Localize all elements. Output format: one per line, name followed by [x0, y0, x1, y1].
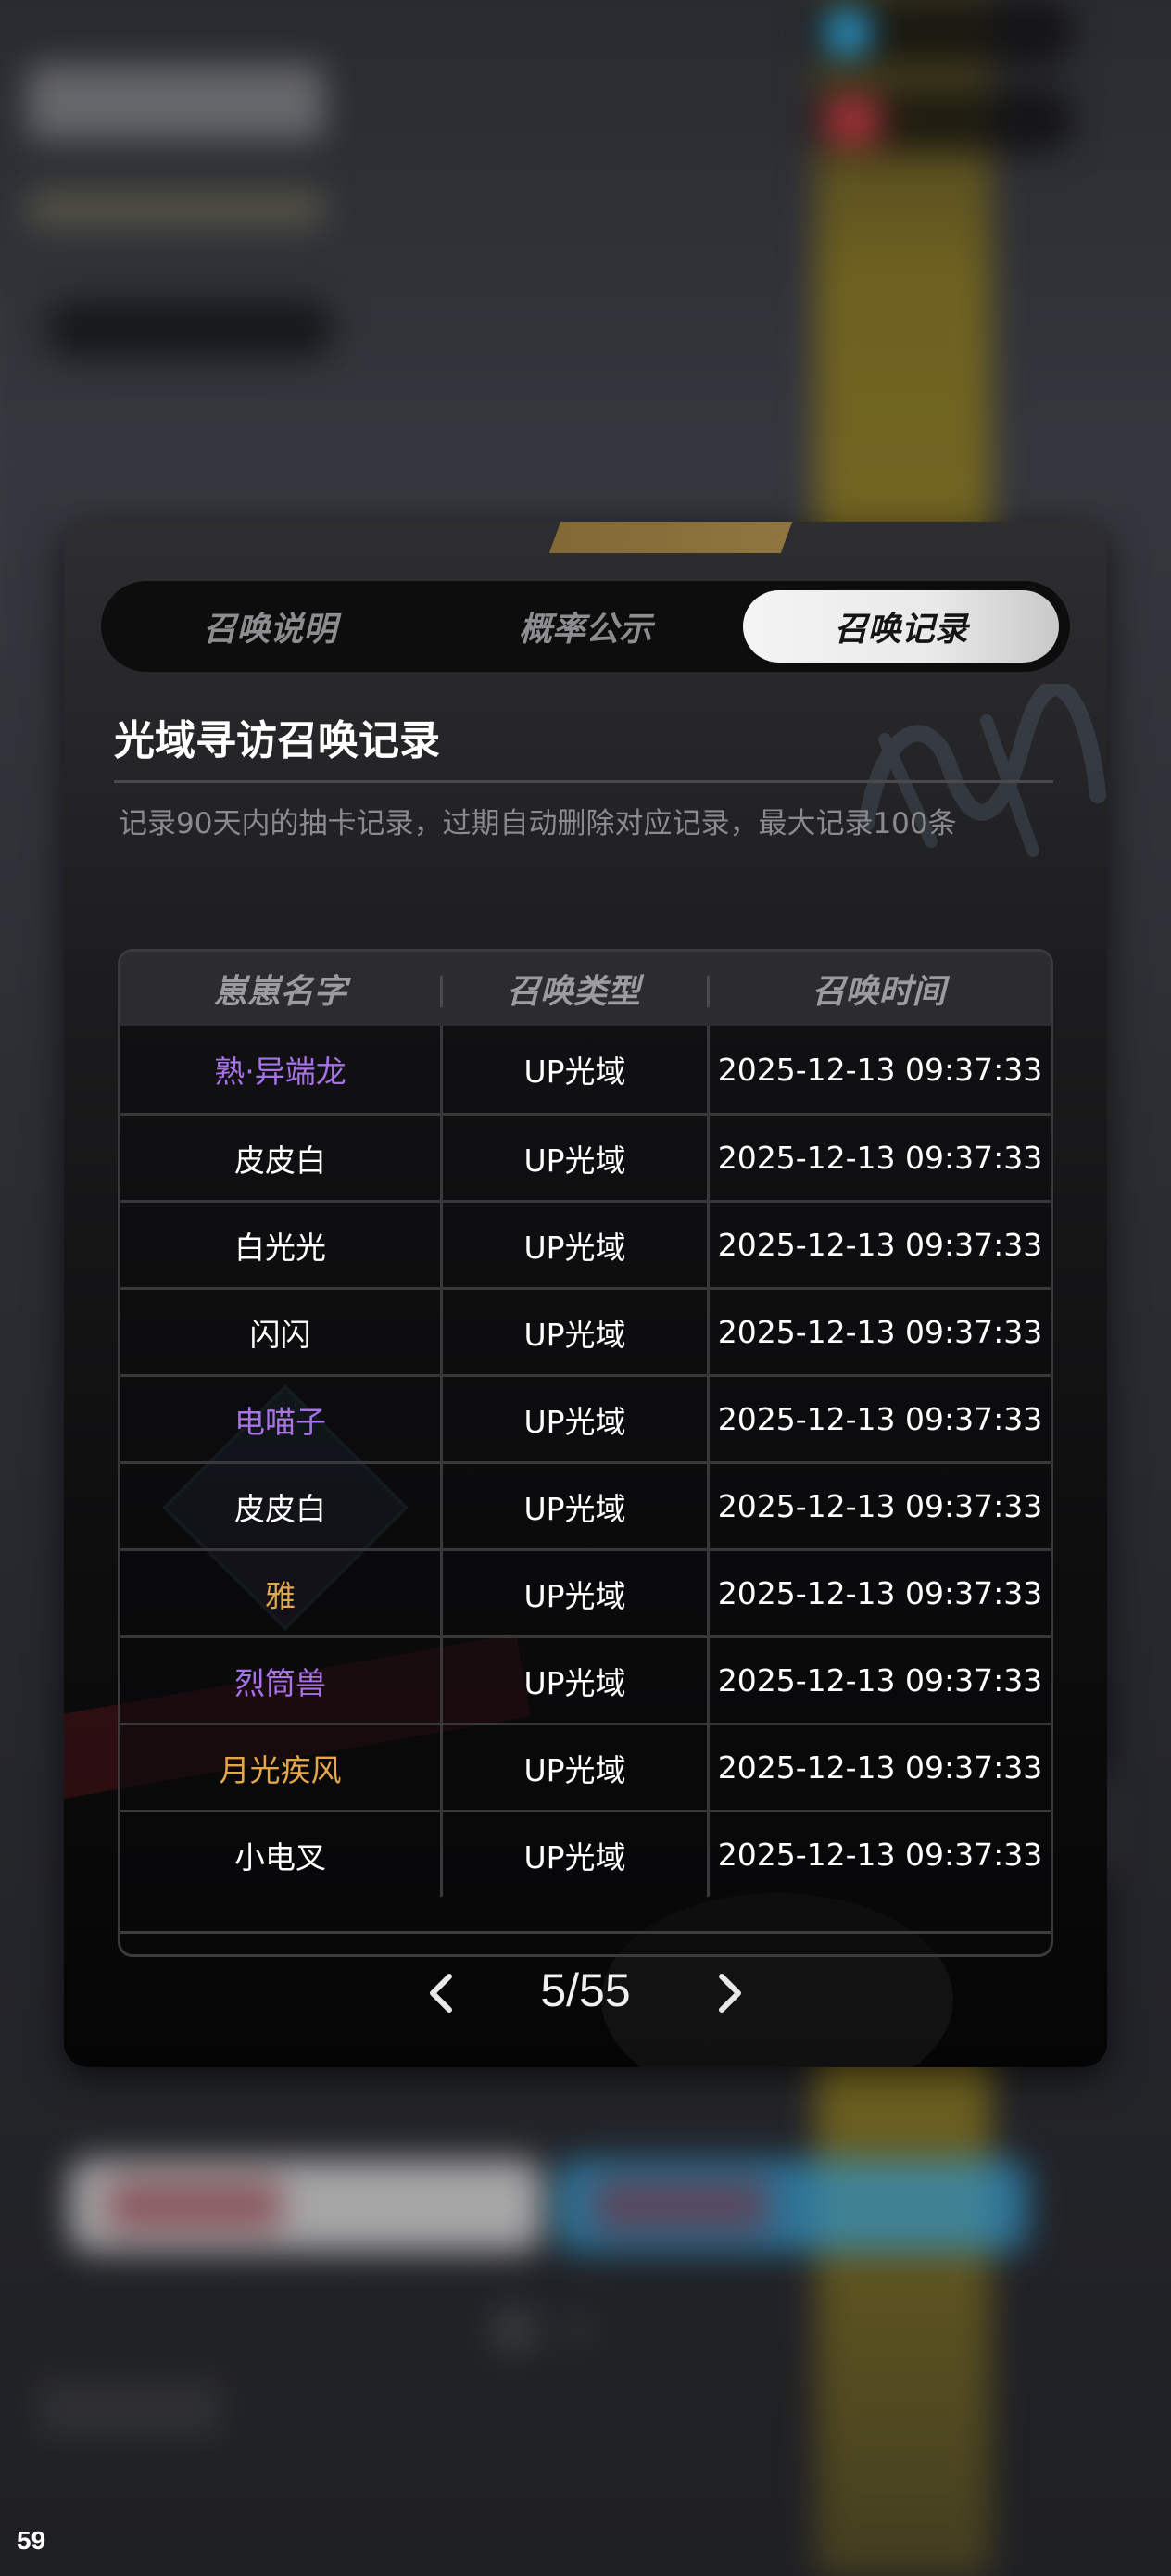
cell-creature-name: 雅: [265, 1577, 296, 1614]
cell-summon-type: UP光域: [440, 1551, 707, 1635]
column-header-type: 召唤类型: [506, 973, 640, 1011]
record-description: 记录90天内的抽卡记录，过期自动删除对应记录，最大记录100条: [119, 807, 957, 840]
table-body: 熟·异端龙 UP光域 2025-12-13 09:37:33 皮皮白 UP光域 …: [120, 1026, 1051, 1897]
cell-summon-type: UP光域: [440, 1377, 707, 1461]
background-subtitle: [28, 190, 324, 227]
summon-record-modal: 召唤说明 概率公示 召唤记录 光域寻访召唤记录 记录90天内的抽卡记录，过期自动…: [64, 522, 1107, 2067]
background-logo: [28, 65, 324, 139]
chevron-left-icon[interactable]: [414, 1965, 470, 2021]
cell-creature-name: 月光疾风: [219, 1751, 342, 1788]
cell-summon-type: UP光域: [440, 1638, 707, 1723]
chevron-right-icon[interactable]: [701, 1965, 757, 2021]
background-footer: [37, 2381, 222, 2437]
page-indicator: 5/55: [540, 1964, 631, 2016]
cell-summon-time: 2025-12-13 09:37:33: [707, 1377, 1051, 1461]
pagination: 5/55: [118, 1956, 1053, 2030]
background-summon-button: [556, 2159, 1028, 2252]
cell-summon-time: 2025-12-13 09:37:33: [707, 1638, 1051, 1723]
graffiti-decoration: [858, 684, 1106, 857]
title-divider: [114, 780, 1053, 783]
fps-counter: 59: [17, 2526, 46, 2555]
cell-summon-time: 2025-12-13 09:37:33: [707, 1203, 1051, 1287]
record-title: 光域寻访召唤记录: [114, 717, 440, 764]
cell-summon-time: 2025-12-13 09:37:33: [707, 1464, 1051, 1548]
cell-summon-type: UP光域: [440, 1026, 707, 1113]
tab-summon-record[interactable]: 召唤记录: [743, 590, 1060, 663]
cell-creature-name: 熟·异端龙: [214, 1054, 346, 1090]
cell-summon-type: UP光域: [440, 1290, 707, 1374]
background-top-button: [806, 0, 1075, 65]
table-row: 烈筒兽 UP光域 2025-12-13 09:37:33: [120, 1635, 1051, 1723]
cell-summon-type: UP光域: [440, 1203, 707, 1287]
background-summon-button: [69, 2159, 542, 2252]
cell-summon-type: UP光域: [440, 1116, 707, 1200]
table-row: 月光疾风 UP光域 2025-12-13 09:37:33: [120, 1723, 1051, 1810]
header-separator: [440, 976, 443, 1007]
column-header-time: 召唤时间: [812, 973, 946, 1011]
table-row: 皮皮白 UP光域 2025-12-13 09:37:33: [120, 1113, 1051, 1200]
table-row: 白光光 UP光域 2025-12-13 09:37:33: [120, 1200, 1051, 1287]
tab-probability[interactable]: 概率公示: [428, 590, 744, 663]
tab-bar: 召唤说明 概率公示 召唤记录: [101, 581, 1070, 672]
background-page-dot: [565, 2317, 593, 2344]
table-row: 熟·异端龙 UP光域 2025-12-13 09:37:33: [120, 1026, 1051, 1113]
table-row: 闪闪 UP光域 2025-12-13 09:37:33: [120, 1287, 1051, 1374]
cell-summon-type: UP光域: [440, 1464, 707, 1548]
table-row: 小电叉 UP光域 2025-12-13 09:37:33: [120, 1810, 1051, 1897]
cell-creature-name: 白光光: [234, 1229, 326, 1266]
decorative-banner: [548, 522, 793, 553]
cell-creature-name: 闪闪: [249, 1316, 311, 1353]
pagination-divider: [118, 1931, 1053, 1934]
cell-summon-time: 2025-12-13 09:37:33: [707, 1116, 1051, 1200]
tab-summon-info[interactable]: 召唤说明: [112, 590, 428, 663]
cell-creature-name: 皮皮白: [234, 1142, 326, 1179]
cell-summon-time: 2025-12-13 09:37:33: [707, 1290, 1051, 1374]
record-table: 崽崽名字 召唤类型 召唤时间 熟·异端龙 UP光域 2025-12-13 09:…: [118, 949, 1053, 1957]
column-header-name: 崽崽名字: [213, 973, 347, 1011]
cell-summon-type: UP光域: [440, 1812, 707, 1897]
table-row: 电喵子 UP光域 2025-12-13 09:37:33: [120, 1374, 1051, 1461]
table-header: 崽崽名字 召唤类型 召唤时间: [120, 952, 1051, 1026]
cell-summon-type: UP光域: [440, 1725, 707, 1810]
cell-creature-name: 烈筒兽: [234, 1664, 326, 1701]
background-page-dot: [491, 2307, 537, 2354]
table-row: 雅 UP光域 2025-12-13 09:37:33: [120, 1548, 1051, 1635]
cell-summon-time: 2025-12-13 09:37:33: [707, 1812, 1051, 1897]
background-top-button: [806, 88, 1075, 153]
header-separator: [707, 976, 710, 1007]
cell-creature-name: 皮皮白: [234, 1490, 326, 1527]
cell-creature-name: 电喵子: [234, 1403, 326, 1440]
background-nav-pill: [46, 301, 334, 357]
cell-summon-time: 2025-12-13 09:37:33: [707, 1551, 1051, 1635]
cell-summon-time: 2025-12-13 09:37:33: [707, 1026, 1051, 1113]
cell-creature-name: 小电叉: [234, 1838, 326, 1875]
cell-summon-time: 2025-12-13 09:37:33: [707, 1725, 1051, 1810]
table-row: 皮皮白 UP光域 2025-12-13 09:37:33: [120, 1461, 1051, 1548]
